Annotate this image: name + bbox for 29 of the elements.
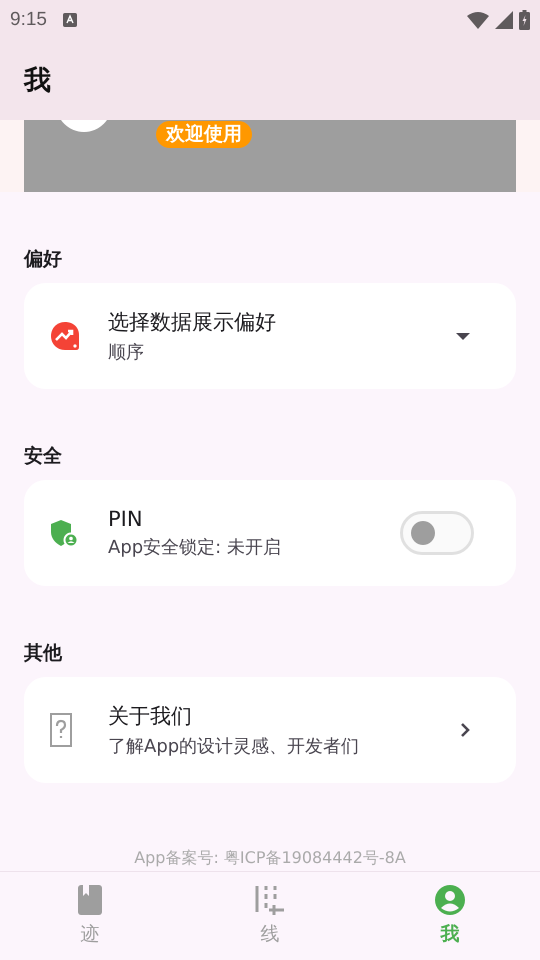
help-screen-icon [50, 713, 72, 747]
shield-user-icon [50, 519, 78, 547]
section-title: 其他 [24, 641, 64, 665]
settings-card[interactable]: 选择数据展示偏好 顺序 [24, 283, 516, 389]
settings-card[interactable]: PIN App安全锁定: 未开启 [24, 480, 516, 586]
trend-chart-icon [50, 321, 80, 351]
record-number: App备案号: 粤ICP备19084442号-8A [133, 848, 407, 869]
section-title: 偏好 [24, 247, 63, 271]
battery-icon [519, 10, 530, 30]
lines-plus-icon [255, 885, 285, 915]
settings-card[interactable]: 关于我们 了解App的设计灵感、开发者们 [24, 677, 516, 783]
wifi-icon [467, 12, 489, 28]
item-title: 关于我们 [108, 703, 193, 730]
item-title: PIN [108, 507, 144, 531]
status-time: 9:15 [10, 9, 47, 31]
welcome-badge: 欢迎使用 [156, 121, 252, 148]
chevron-right-icon [460, 722, 470, 738]
item-subtitle: 顺序 [108, 341, 145, 364]
signal-icon [495, 11, 513, 29]
item-subtitle: App安全锁定: 未开启 [108, 536, 282, 559]
account-icon [435, 885, 465, 915]
item-title: 选择数据展示偏好 [108, 309, 277, 336]
page-title: 我 [24, 64, 51, 98]
keyboard-icon [62, 12, 77, 28]
book-icon [78, 885, 102, 915]
toggle-switch[interactable] [400, 511, 474, 555]
item-subtitle: 了解App的设计灵感、开发者们 [108, 735, 360, 758]
dropdown-caret-icon [456, 332, 470, 340]
section-title: 安全 [24, 444, 63, 468]
